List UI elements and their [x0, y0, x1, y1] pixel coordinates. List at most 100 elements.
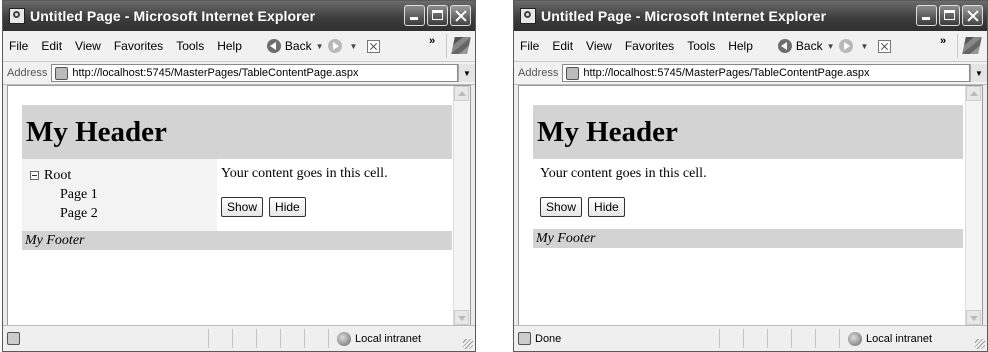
- content-text: Your content goes in this cell.: [540, 166, 707, 181]
- scroll-up-icon[interactable]: [454, 86, 469, 101]
- page-icon: [55, 66, 69, 80]
- windows-logo-icon: [957, 34, 984, 58]
- intranet-icon: [848, 331, 862, 346]
- address-dropdown-icon[interactable]: ▼: [458, 64, 475, 82]
- menu-favorites[interactable]: Favorites: [625, 39, 674, 53]
- show-button[interactable]: Show: [221, 197, 264, 217]
- header-text: My Header: [537, 115, 678, 148]
- stop-icon[interactable]: [367, 39, 381, 53]
- content-text: Your content goes in this cell.: [221, 166, 388, 181]
- close-button[interactable]: [962, 5, 983, 26]
- menu-edit[interactable]: Edit: [41, 39, 62, 53]
- content-row: Your content goes in this cell. Show Hid…: [533, 159, 963, 229]
- page-icon: [566, 66, 580, 80]
- scroll-down-icon[interactable]: [966, 310, 981, 325]
- content-row: Root Page 1 Page 2 Your content goes in …: [22, 159, 452, 231]
- menu-file[interactable]: File: [520, 39, 539, 53]
- window-title: Untitled Page - Microsoft Internet Explo…: [30, 8, 316, 24]
- address-bar: Address http://localhost:5745/MasterPage…: [514, 62, 987, 85]
- resize-grip-icon[interactable]: [975, 339, 985, 349]
- tree-node-root[interactable]: Root: [22, 166, 217, 185]
- page-viewport: My Header Your content goes in this cell…: [518, 85, 983, 326]
- address-input[interactable]: http://localhost:5745/MasterPages/TableC…: [562, 64, 970, 82]
- hide-button[interactable]: Hide: [588, 197, 625, 217]
- status-pane: [768, 329, 792, 348]
- collapse-icon[interactable]: [30, 171, 39, 180]
- status-pane: [305, 329, 329, 348]
- tree-node-page-1[interactable]: Page 1: [22, 185, 217, 204]
- title-bar[interactable]: Untitled Page - Microsoft Internet Explo…: [514, 1, 987, 31]
- stop-icon[interactable]: [878, 39, 892, 53]
- tree-node-label[interactable]: Page 2: [60, 206, 98, 222]
- tree-view: Root Page 1 Page 2: [22, 159, 217, 231]
- show-button[interactable]: Show: [540, 197, 583, 217]
- zone-text: Local intranet: [866, 332, 933, 345]
- minimize-button[interactable]: [404, 5, 425, 26]
- scroll-down-icon[interactable]: [454, 310, 469, 325]
- window-title: Untitled Page - Microsoft Internet Explo…: [541, 8, 827, 24]
- address-label: Address: [518, 67, 559, 79]
- toolbar-overflow-chevron[interactable]: »: [429, 35, 435, 47]
- tree-node-label[interactable]: Page 1: [60, 187, 98, 203]
- page-status-icon: [7, 332, 20, 345]
- title-bar[interactable]: Untitled Page - Microsoft Internet Explo…: [3, 1, 475, 31]
- menu-favorites[interactable]: Favorites: [114, 39, 163, 53]
- dropdown-arrow-icon[interactable]: ▼: [827, 42, 835, 51]
- address-input[interactable]: http://localhost:5745/MasterPages/TableC…: [51, 64, 458, 82]
- vertical-scrollbar[interactable]: [965, 86, 982, 325]
- address-bar: Address http://localhost:5745/MasterPage…: [3, 62, 475, 85]
- ie-page-icon: [520, 8, 536, 24]
- menu-help[interactable]: Help: [217, 39, 242, 53]
- toolbar-overflow-chevron[interactable]: »: [940, 35, 946, 47]
- hide-button[interactable]: Hide: [269, 197, 306, 217]
- status-pane: [257, 329, 281, 348]
- tree-node-label[interactable]: Root: [44, 168, 71, 184]
- status-pane: [816, 329, 840, 348]
- content-cell: Your content goes in this cell. Show Hid…: [217, 159, 452, 231]
- page-status-icon: [518, 332, 531, 345]
- menu-view[interactable]: View: [586, 39, 612, 53]
- address-dropdown-icon[interactable]: ▼: [970, 64, 987, 82]
- page-footer: My Footer: [22, 231, 452, 250]
- rendered-page: My Header Root Page 1 Page 2 Your conten…: [22, 105, 452, 250]
- status-text-cell: [3, 329, 209, 348]
- maximize-button[interactable]: [939, 5, 960, 26]
- menu-view[interactable]: View: [75, 39, 101, 53]
- dropdown-arrow-icon[interactable]: ▼: [861, 42, 869, 51]
- menu-edit[interactable]: Edit: [552, 39, 573, 53]
- zone-text: Local intranet: [355, 332, 422, 345]
- address-label: Address: [7, 67, 48, 79]
- vertical-scrollbar[interactable]: [453, 86, 470, 325]
- back-label: Back: [284, 39, 312, 53]
- status-pane: [281, 329, 305, 348]
- back-button[interactable]: Back ▼: [266, 39, 328, 53]
- tree-node-page-2[interactable]: Page 2: [22, 204, 217, 223]
- back-button[interactable]: Back ▼: [777, 39, 839, 53]
- page-footer: My Footer: [533, 229, 963, 248]
- status-bar: Done Local intranet: [514, 325, 987, 351]
- menu-help[interactable]: Help: [728, 39, 753, 53]
- minimize-button[interactable]: [916, 5, 937, 26]
- status-text-cell: Done: [514, 329, 720, 348]
- page-viewport: My Header Root Page 1 Page 2 Your conten…: [7, 85, 471, 326]
- forward-arrow-icon[interactable]: [838, 39, 853, 53]
- close-button[interactable]: [450, 5, 471, 26]
- menu-bar: File Edit View Favorites Tools Help Back…: [514, 31, 987, 62]
- menu-tools[interactable]: Tools: [176, 39, 204, 53]
- page-header: My Header: [533, 105, 963, 159]
- address-url[interactable]: http://localhost:5745/MasterPages/TableC…: [583, 67, 869, 79]
- dropdown-arrow-icon[interactable]: ▼: [350, 42, 358, 51]
- header-text: My Header: [26, 115, 167, 148]
- maximize-button[interactable]: [427, 5, 448, 26]
- dropdown-arrow-icon[interactable]: ▼: [316, 42, 324, 51]
- address-url[interactable]: http://localhost:5745/MasterPages/TableC…: [72, 67, 358, 79]
- menu-tools[interactable]: Tools: [687, 39, 715, 53]
- scroll-up-icon[interactable]: [966, 86, 981, 101]
- forward-arrow-icon[interactable]: [327, 39, 342, 53]
- menu-file[interactable]: File: [9, 39, 28, 53]
- content-cell: Your content goes in this cell. Show Hid…: [533, 159, 963, 229]
- status-bar: Local intranet: [3, 325, 475, 351]
- resize-grip-icon[interactable]: [463, 339, 473, 349]
- rendered-page: My Header Your content goes in this cell…: [533, 105, 963, 248]
- status-pane: [233, 329, 257, 348]
